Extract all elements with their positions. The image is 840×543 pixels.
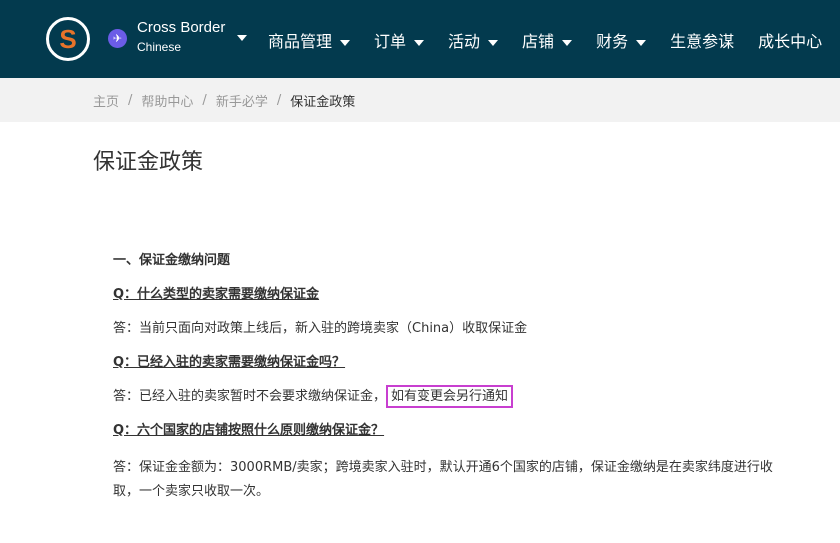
chevron-down-icon[interactable] xyxy=(237,35,247,41)
chevron-down-icon xyxy=(488,39,499,46)
breadcrumb-beginner[interactable]: 新手必学 xyxy=(216,91,268,110)
answer-2: 答：已经入驻的卖家暂时不会要求缴纳保证金， 如有变更会另行通知 xyxy=(113,385,783,408)
question-1: Q：什么类型的卖家需要缴纳保证金 xyxy=(113,287,320,302)
top-nav-bar: S ✈ Cross Border Chinese 商品管理 订单 活动 店铺 财… xyxy=(0,0,840,78)
nav-item-products[interactable]: 商品管理 xyxy=(268,28,351,52)
chevron-down-icon xyxy=(562,39,573,46)
plane-icon: ✈ xyxy=(108,29,127,48)
account-sub: Chinese xyxy=(137,40,182,54)
nav-item-growth-center[interactable]: 成长中心 xyxy=(758,28,822,52)
breadcrumb: 主页 / 帮助中心 / 新手必学 / 保证金政策 xyxy=(0,78,840,122)
chevron-down-icon xyxy=(414,39,425,46)
chevron-down-icon xyxy=(340,39,351,46)
nav-item-store[interactable]: 店铺 xyxy=(522,28,573,52)
main-nav: 商品管理 订单 活动 店铺 财务 生意参谋 成长中心 xyxy=(268,28,840,52)
nav-item-finance[interactable]: 财务 xyxy=(596,28,647,52)
article-body: 一、保证金缴纳问题 Q：什么类型的卖家需要缴纳保证金 答：当前只面向对政策上线后… xyxy=(113,252,783,504)
chevron-down-icon xyxy=(636,39,647,46)
logo-mark: S xyxy=(59,23,77,54)
nav-item-business-advisor[interactable]: 生意参谋 xyxy=(670,28,734,52)
section-heading: 一、保证金缴纳问题 xyxy=(113,253,231,268)
highlight-box: 如有变更会另行通知 xyxy=(386,385,514,408)
nav-item-orders[interactable]: 订单 xyxy=(374,28,425,52)
account-switcher[interactable]: Cross Border Chinese xyxy=(137,19,225,54)
account-name: Cross Border xyxy=(137,19,226,36)
logo[interactable]: S xyxy=(46,17,90,61)
question-2: Q：已经入驻的卖家需要缴纳保证金吗？ xyxy=(113,355,346,370)
breadcrumb-help-center[interactable]: 帮助中心 xyxy=(141,91,193,110)
question-3: Q：六个国家的店铺按照什么原则缴纳保证金？ xyxy=(113,423,385,438)
breadcrumb-current: 保证金政策 xyxy=(290,94,356,110)
nav-item-campaigns[interactable]: 活动 xyxy=(448,28,499,52)
answer-1: 答：当前只面向对政策上线后，新入驻的跨境卖家（China）收取保证金 xyxy=(113,321,528,336)
page-title: 保证金政策 xyxy=(93,150,204,175)
breadcrumb-home[interactable]: 主页 xyxy=(93,91,119,110)
answer-3: 答：保证金金额为：3000RMB/卖家；跨境卖家入驻时，默认开通6个国家的店铺，… xyxy=(113,460,773,499)
